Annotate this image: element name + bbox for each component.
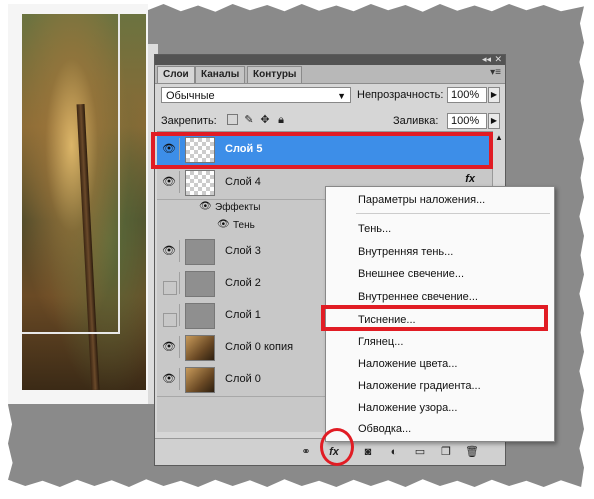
menu-item-pattern-overlay[interactable]: Наложение узора...	[358, 398, 457, 418]
layer-thumbnail	[185, 271, 215, 297]
layer-name: Слой 2	[225, 277, 261, 289]
fill-label: Заливка:	[393, 115, 439, 127]
lock-move-icon[interactable]: ✥	[259, 114, 271, 126]
eye-off-icon[interactable]	[159, 272, 180, 295]
layer-name: Слой 4	[225, 176, 261, 188]
layer-thumbnail	[185, 239, 215, 265]
mask-icon[interactable]: ◙	[361, 445, 375, 459]
blend-mode-select[interactable]: Обычные ▼	[161, 87, 351, 103]
eye-icon[interactable]: 👁︎	[217, 219, 230, 230]
eye-icon[interactable]: 👁︎	[159, 368, 180, 390]
frame-line-vertical	[118, 14, 120, 334]
effects-label: Эффекты	[215, 202, 261, 213]
menu-item-outer-glow[interactable]: Внешнее свечение...	[358, 264, 464, 284]
blend-row: Обычные ▼ Непрозрачность: 100% ▶	[161, 85, 500, 105]
menu-item-inner-shadow[interactable]: Внутренняя тень...	[358, 242, 453, 262]
document-image	[22, 14, 146, 391]
chevron-down-icon: ▼	[337, 91, 346, 101]
layer-thumbnail	[185, 303, 215, 329]
close-icon[interactable]: ✕	[494, 54, 502, 65]
menu-item-gradient-overlay[interactable]: Наложение градиента...	[358, 376, 481, 396]
tab-layers[interactable]: Слои	[157, 66, 195, 83]
adjustment-icon[interactable]: ◐	[387, 445, 401, 459]
menu-item-drop-shadow[interactable]: Тень...	[358, 219, 391, 239]
trash-icon[interactable]: 🗑︎	[465, 445, 479, 459]
panel-menu-icon[interactable]: ▾≡	[490, 67, 501, 78]
document-window	[8, 4, 158, 404]
menu-item-color-overlay[interactable]: Наложение цвета...	[358, 354, 457, 374]
selected-layer-highlight	[151, 132, 493, 169]
group-icon[interactable]: ▭	[413, 445, 427, 459]
tab-channels[interactable]: Каналы	[195, 66, 246, 83]
layer-thumbnail	[185, 170, 215, 196]
opacity-input[interactable]: 100%	[447, 87, 487, 103]
menu-item-inner-glow[interactable]: Внутреннее свечение...	[358, 287, 478, 307]
blend-mode-value: Обычные	[166, 90, 215, 102]
menu-separator	[356, 213, 550, 214]
fx-button-highlight	[320, 428, 354, 466]
eye-icon[interactable]: 👁︎	[159, 240, 180, 262]
lock-row: Закрепить: ✎ ✥ 🔒︎ Заливка: 100% ▶	[161, 111, 500, 131]
layer-thumbnail	[185, 367, 215, 393]
lock-brush-icon[interactable]: ✎	[243, 114, 255, 126]
tree-trunk-shape	[76, 103, 100, 391]
lock-label: Закрепить:	[161, 115, 217, 127]
effect-item-label: Тень	[233, 220, 255, 231]
panel-titlebar: ◂◂ ✕	[155, 54, 505, 65]
link-icon[interactable]: ⚭	[299, 445, 313, 459]
layer-name: Слой 0 копия	[225, 341, 294, 353]
fx-badge[interactable]: fx	[465, 173, 475, 185]
tab-paths[interactable]: Контуры	[247, 66, 303, 83]
eye-icon[interactable]: 👁︎	[159, 336, 180, 358]
lock-transparency-icon[interactable]	[227, 114, 238, 125]
frame-line-horizontal	[22, 332, 120, 334]
fill-input[interactable]: 100%	[447, 113, 487, 129]
layer-name: Слой 1	[225, 309, 261, 321]
eye-icon[interactable]: 👁︎	[159, 171, 180, 193]
collapse-icon[interactable]: ◂◂	[482, 54, 491, 65]
opacity-label: Непрозрачность:	[357, 89, 444, 101]
menu-item-stroke[interactable]: Обводка...	[358, 419, 411, 439]
fill-slider-button[interactable]: ▶	[488, 113, 500, 129]
panel-tabs: Слои Каналы Контуры ▾≡	[155, 65, 505, 84]
opacity-slider-button[interactable]: ▶	[488, 87, 500, 103]
scroll-up-icon[interactable]: ▲	[495, 133, 503, 142]
eye-icon[interactable]: 👁︎	[199, 201, 212, 212]
layer-name: Слой 0	[225, 373, 261, 385]
lock-all-icon[interactable]: 🔒︎	[275, 114, 287, 126]
layer-name: Слой 3	[225, 245, 261, 257]
new-layer-icon[interactable]: ❐	[439, 445, 453, 459]
menu-item-blending-options[interactable]: Параметры наложения...	[358, 190, 485, 210]
layer-thumbnail	[185, 335, 215, 361]
bevel-emboss-highlight	[321, 305, 548, 331]
menu-item-satin[interactable]: Глянец...	[358, 332, 403, 352]
eye-off-icon[interactable]	[159, 304, 180, 327]
